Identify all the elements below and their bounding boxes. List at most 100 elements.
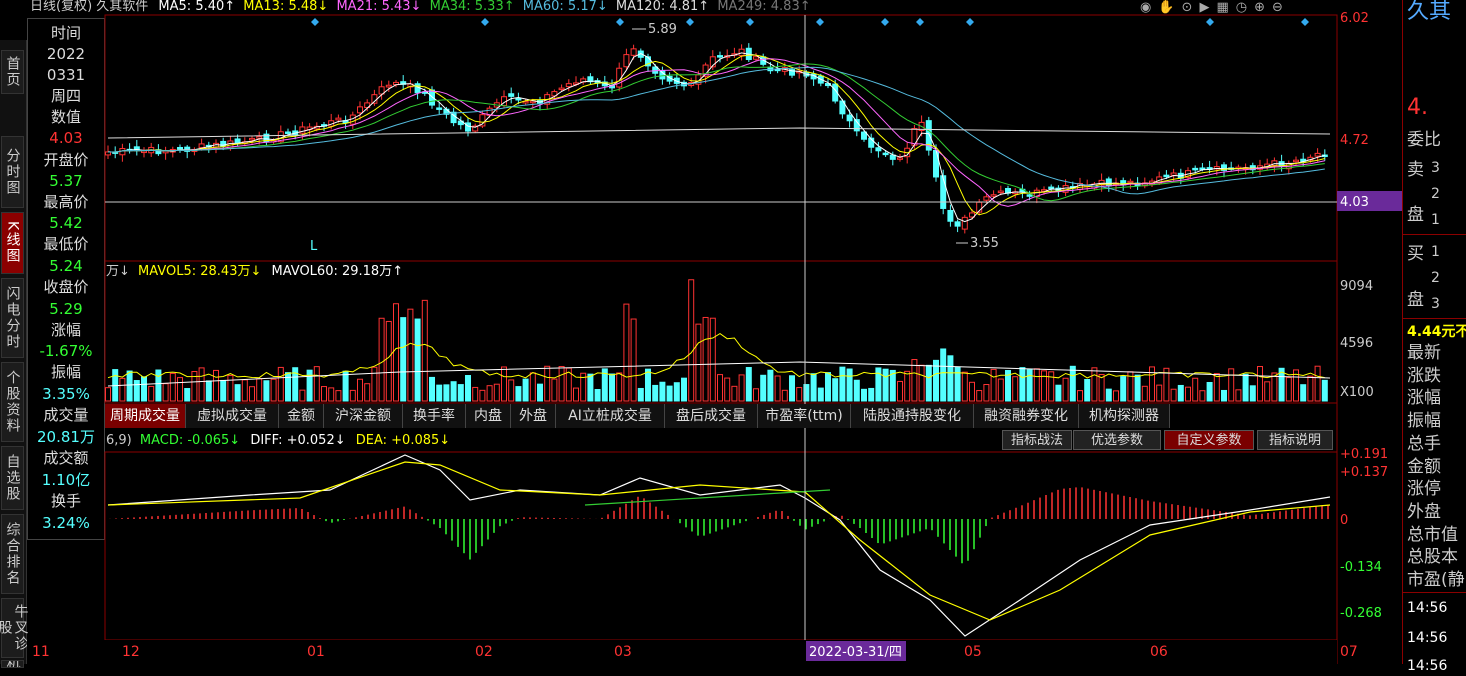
kline-chart[interactable]: 5.89 3.55 L 6.02 4.72 4.03 万↓ MAVOL5: 28…	[0, 0, 1402, 664]
quote-field-label: 涨停	[1407, 479, 1441, 500]
candle	[753, 56, 759, 60]
volume-bar	[702, 316, 709, 402]
tab-pe-ttm[interactable]: 市盈率(ttm)	[758, 404, 851, 428]
volume-bar	[709, 317, 716, 402]
signal-diamond	[481, 18, 489, 26]
candle	[335, 117, 342, 121]
candle	[1293, 159, 1299, 163]
volume-bar	[839, 366, 846, 402]
volume-bar	[796, 387, 803, 402]
macd-value: MACD: -0.065↓	[140, 433, 240, 448]
volume-bar	[544, 365, 551, 402]
dea-value: DEA: +0.085↓	[356, 433, 450, 448]
weibi-label: 委比	[1407, 130, 1441, 150]
volume-bar	[277, 366, 284, 402]
quote-field-label: 外盘	[1407, 501, 1441, 522]
macd-axis-2: 0	[1340, 513, 1348, 528]
tab-ai-volume[interactable]: AI立桩成交量	[556, 404, 665, 428]
date-tick: 07	[1340, 644, 1358, 660]
btn-indicator-strategy[interactable]: 指标战法	[1002, 430, 1072, 450]
sell-pan-label: 盘	[1407, 205, 1424, 225]
volume-bar	[1012, 376, 1019, 402]
macd-axis-4: -0.268	[1340, 606, 1382, 621]
candle	[882, 152, 889, 156]
volume-bar	[529, 372, 536, 402]
volume-bar	[342, 370, 349, 402]
volume-bar	[1069, 365, 1076, 402]
candle	[1127, 180, 1134, 184]
signal-diamond	[746, 18, 754, 26]
candle	[954, 221, 961, 227]
diff-line	[107, 454, 1331, 637]
diff-value: DIFF: +0.052↓	[250, 433, 345, 448]
candle	[933, 149, 939, 178]
candle	[738, 48, 745, 57]
candle	[141, 150, 147, 154]
candle	[940, 175, 947, 209]
big-price: 4.	[1407, 95, 1428, 120]
quote-price: 4.44元不	[1407, 324, 1466, 340]
sell-level: 2	[1431, 186, 1440, 202]
volume-bar	[299, 389, 306, 402]
volume-bar	[1307, 375, 1314, 402]
volume-bar	[853, 379, 860, 402]
volume-bar	[515, 386, 522, 402]
btn-optimized-params[interactable]: 优选参数	[1073, 430, 1161, 450]
volume-bar	[1213, 373, 1220, 402]
tab-virtual-volume[interactable]: 虚拟成交量	[186, 404, 279, 428]
volume-bar	[177, 377, 183, 402]
volume-bar	[205, 380, 212, 402]
volume-bar	[321, 386, 327, 402]
tab-afterhours-volume[interactable]: 盘后成交量	[665, 404, 758, 428]
volume-bar	[227, 374, 234, 402]
btn-indicator-help[interactable]: 指标说明	[1257, 430, 1333, 450]
tab-amount[interactable]: 金额	[279, 404, 324, 428]
tab-margin[interactable]: 融资融券变化	[974, 404, 1079, 428]
volume-bar	[357, 378, 363, 402]
cursor-date: 2022-03-31/四	[809, 645, 902, 660]
volume-bar	[817, 387, 824, 402]
volume-bar	[328, 387, 335, 402]
volume-bar	[1264, 381, 1271, 402]
macd-axis-0: +0.191	[1340, 447, 1388, 462]
volume-bar	[1033, 368, 1040, 402]
quote-field-label: 金额	[1407, 456, 1441, 477]
tab-hs-amount[interactable]: 沪深金额	[324, 404, 403, 428]
volume-bar	[659, 381, 666, 402]
volume-bar	[148, 385, 155, 402]
volume-bar	[457, 384, 464, 402]
volume-bar	[1156, 384, 1163, 402]
tab-institution[interactable]: 机构探测器	[1079, 404, 1170, 428]
tab-inner[interactable]: 内盘	[466, 404, 511, 428]
candle	[897, 157, 903, 160]
tab-turnover[interactable]: 换手率	[403, 404, 466, 428]
volume-bar	[385, 320, 392, 402]
candle	[947, 209, 954, 222]
signal-diamond	[616, 18, 624, 26]
tab-period-volume[interactable]: 周期成交量	[105, 404, 186, 428]
volume-bar	[673, 382, 680, 402]
volume-bar	[1228, 368, 1235, 402]
btn-custom-params[interactable]: 自定义参数	[1164, 430, 1254, 450]
volume-bar	[882, 368, 889, 402]
date-tick: 05	[964, 644, 982, 660]
signal-diamond	[1301, 18, 1309, 26]
tab-outer[interactable]: 外盘	[511, 404, 556, 428]
volume-bar	[270, 378, 277, 402]
volume-bar	[155, 369, 162, 402]
volume-bar	[1113, 390, 1119, 402]
volume-bar	[241, 379, 248, 402]
volume-bar	[767, 369, 774, 402]
volume-bar	[861, 388, 867, 402]
volume-bar	[220, 379, 227, 402]
volume-bar	[1185, 386, 1191, 402]
candle	[249, 137, 255, 141]
tick-time: 14:56	[1407, 630, 1448, 646]
volume-bar	[940, 348, 947, 402]
vol-label: 万↓	[106, 264, 130, 279]
volume-bar	[1221, 389, 1227, 402]
volume-bar	[522, 378, 529, 402]
tab-hk-connect[interactable]: 陆股通持股变化	[851, 404, 974, 428]
volume-bar	[1105, 388, 1112, 402]
volume-bar	[1177, 384, 1184, 402]
